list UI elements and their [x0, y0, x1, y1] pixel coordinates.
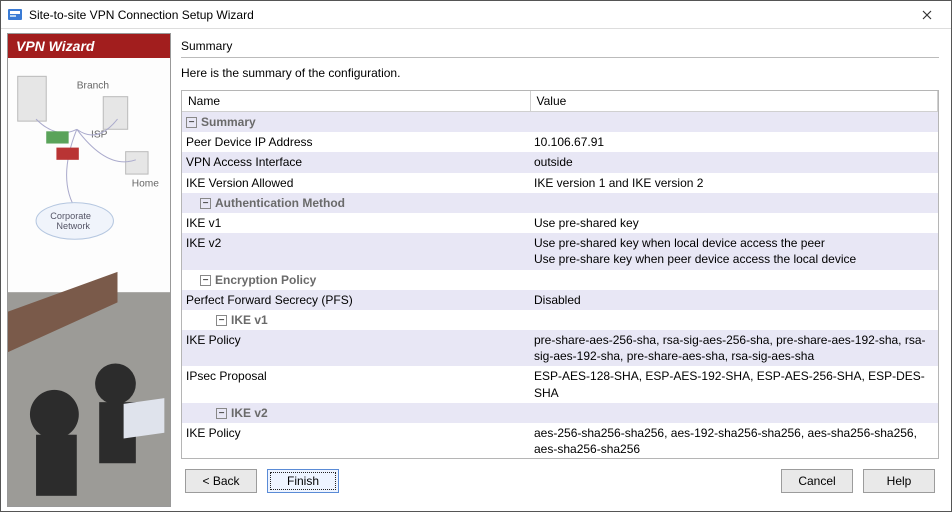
- wizard-window: Site-to-site VPN Connection Setup Wizard…: [0, 0, 952, 512]
- section-description: Here is the summary of the configuration…: [181, 66, 939, 80]
- collapse-icon[interactable]: −: [200, 198, 211, 209]
- svg-text:Branch: Branch: [77, 81, 109, 92]
- section-heading: Summary: [181, 37, 939, 58]
- svg-text:Network: Network: [56, 221, 90, 231]
- finish-button[interactable]: Finish: [267, 469, 339, 493]
- row-vpn-access: VPN Access Interface outside: [182, 152, 938, 172]
- sidebar-illustration: Branch ISP Home Corporate Network: [8, 58, 170, 506]
- svg-text:Home: Home: [132, 178, 159, 189]
- group-auth[interactable]: −Authentication Method: [182, 193, 938, 213]
- window-title: Site-to-site VPN Connection Setup Wizard: [29, 8, 907, 22]
- collapse-icon[interactable]: −: [216, 315, 227, 326]
- group-enc-ikev1[interactable]: −IKE v1: [182, 310, 938, 330]
- svg-text:Corporate: Corporate: [50, 211, 91, 221]
- column-header-value[interactable]: Value: [530, 91, 938, 112]
- row-peer-ip: Peer Device IP Address 10.106.67.91: [182, 132, 938, 152]
- row-auth-ikev2: IKE v2 Use pre-shared key when local dev…: [182, 233, 938, 269]
- collapse-icon[interactable]: −: [216, 408, 227, 419]
- group-summary[interactable]: −Summary: [182, 112, 938, 133]
- sidebar: VPN Wizard Branch ISP Home: [7, 33, 171, 507]
- app-icon: [7, 7, 23, 23]
- row-ike-version: IKE Version Allowed IKE version 1 and IK…: [182, 173, 938, 193]
- back-button[interactable]: < Back: [185, 469, 257, 493]
- titlebar: Site-to-site VPN Connection Setup Wizard: [1, 1, 951, 29]
- button-row: < Back Finish Cancel Help: [181, 459, 939, 503]
- group-encryption[interactable]: −Encryption Policy: [182, 270, 938, 290]
- row-pfs: Perfect Forward Secrecy (PFS) Disabled: [182, 290, 938, 310]
- close-button[interactable]: [907, 2, 947, 28]
- row-auth-ikev1: IKE v1 Use pre-shared key: [182, 213, 938, 233]
- row-ikev1-policy: IKE Policy pre-share-aes-256-sha, rsa-si…: [182, 330, 938, 366]
- collapse-icon[interactable]: −: [200, 275, 211, 286]
- collapse-icon[interactable]: −: [186, 117, 197, 128]
- main-panel: Summary Here is the summary of the confi…: [171, 29, 951, 511]
- help-button[interactable]: Help: [863, 469, 935, 493]
- group-enc-ikev2[interactable]: −IKE v2: [182, 403, 938, 423]
- summary-table[interactable]: Name Value −Summary Peer Device IP Addre…: [181, 90, 939, 459]
- column-header-name[interactable]: Name: [182, 91, 530, 112]
- row-ikev1-ipsec: IPsec Proposal ESP-AES-128-SHA, ESP-AES-…: [182, 366, 938, 402]
- row-ikev2-policy: IKE Policy aes-256-sha256-sha256, aes-19…: [182, 423, 938, 459]
- sidebar-title: VPN Wizard: [8, 34, 170, 58]
- cancel-button[interactable]: Cancel: [781, 469, 853, 493]
